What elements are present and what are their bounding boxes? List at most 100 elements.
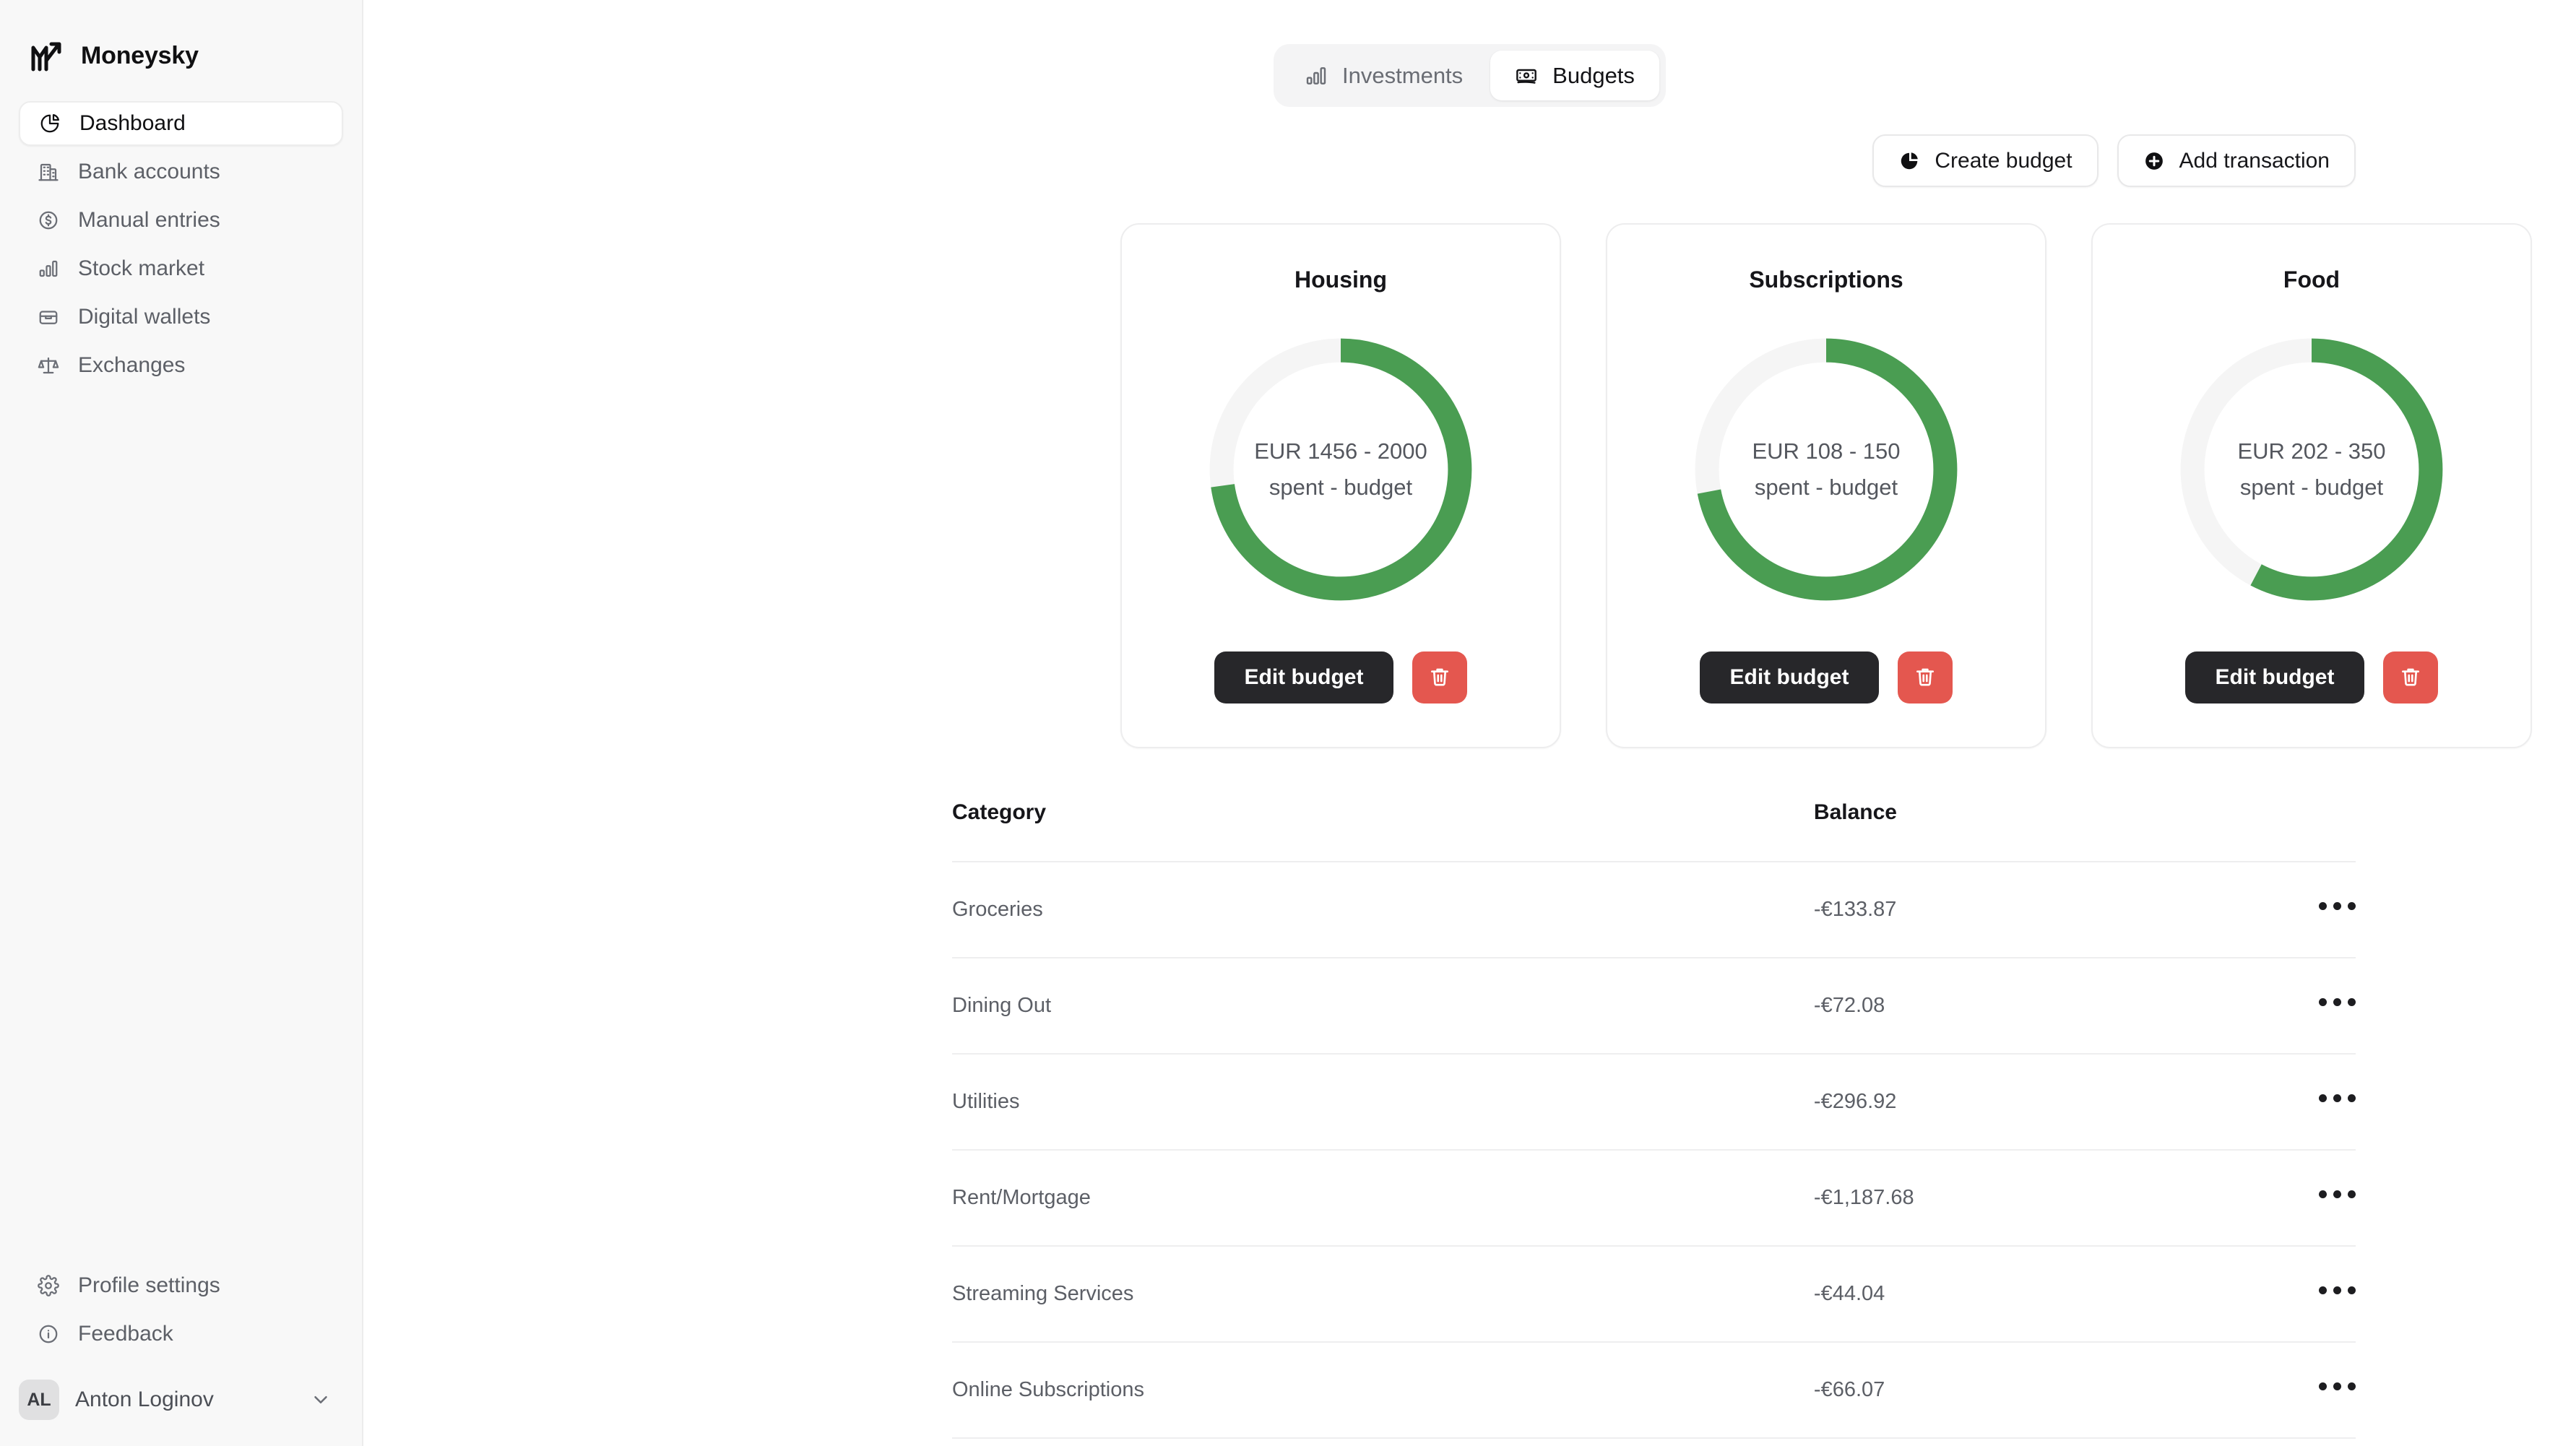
budget-donut-chart: EUR 1456 - 2000 spent - budget [1201, 329, 1481, 610]
budget-card-food: Food EUR 202 - 350 spent - budget Edit b… [2091, 223, 2532, 748]
pie-chart-icon [38, 111, 62, 136]
cell-balance: -€133.87 [1813, 861, 2319, 958]
create-budget-button[interactable]: Create budget [1872, 134, 2099, 187]
budget-card-title: Housing [1295, 267, 1387, 293]
cell-actions [2319, 861, 2356, 958]
ellipsis-icon[interactable] [2319, 1094, 2356, 1102]
cell-category: Streaming Services [952, 1245, 1814, 1342]
budget-card-actions: Edit budget [1699, 651, 1953, 703]
cell-actions [2319, 1245, 2356, 1342]
dollar-circle-icon [36, 208, 61, 233]
table-head: Category Balance [952, 800, 2356, 862]
sidebar-item-label: Digital wallets [78, 305, 211, 329]
cell-balance: -€44.04 [1813, 1245, 2319, 1342]
avatar: AL [19, 1380, 59, 1420]
budget-cards: Housing EUR 1456 - 2000 spent - budget E… [363, 187, 2576, 748]
donut-svg [1695, 338, 1958, 601]
table-row: Streaming Services -€44.04 [952, 1245, 2356, 1342]
budget-donut-chart: EUR 108 - 150 spent - budget [1686, 329, 1966, 610]
plus-circle-icon [2143, 150, 2166, 173]
sidebar-item-digital-wallets[interactable]: Digital wallets [19, 295, 343, 339]
ellipsis-icon[interactable] [2319, 902, 2356, 910]
gear-icon [36, 1273, 61, 1298]
sidebar-item-stock-market[interactable]: Stock market [19, 246, 343, 291]
table-header-row: Category Balance [952, 800, 2356, 862]
budget-card-title: Subscriptions [1749, 267, 1903, 293]
sidebar-item-label: Manual entries [78, 208, 220, 232]
sidebar-item-feedback[interactable]: Feedback [19, 1312, 345, 1356]
table-body: Groceries -€133.87 Dining Out -€72.08 Utilit… [952, 861, 2356, 1446]
budget-card-actions: Edit budget [2184, 651, 2439, 703]
main-content: Investments Budgets Create budget Add tr… [363, 0, 2576, 1446]
budget-card-title: Food [2283, 267, 2341, 293]
cell-category: Dining Out [952, 957, 1814, 1054]
column-header-actions [2319, 800, 2356, 862]
pie-slice-icon [1898, 150, 1922, 173]
trash-icon [1914, 665, 1937, 690]
table-row: Online Subscriptions -€66.07 [952, 1341, 2356, 1438]
account-name: Anton Loginov [75, 1387, 214, 1411]
ellipsis-icon[interactable] [2319, 1382, 2356, 1390]
tab-investments[interactable]: Investments [1280, 51, 1487, 100]
add-transaction-label: Add transaction [2179, 148, 2330, 173]
budget-card-subscriptions: Subscriptions EUR 108 - 150 spent - budg… [1606, 223, 2046, 748]
sidebar-item-label: Exchanges [78, 353, 186, 377]
edit-budget-button[interactable]: Edit budget [1699, 651, 1880, 703]
cell-category: Utilities [952, 1053, 1814, 1150]
cell-balance: -€296.92 [1813, 1053, 2319, 1150]
cell-category: Rent/Mortgage [952, 1149, 1814, 1246]
tab-budgets[interactable]: Budgets [1490, 51, 1659, 100]
sidebar-item-label: Profile settings [78, 1273, 220, 1297]
sidebar-footer: Profile settings Feedback AL Anton Login… [0, 1263, 363, 1446]
bank-building-icon [36, 160, 61, 184]
budget-card-housing: Housing EUR 1456 - 2000 spent - budget E… [1120, 223, 1561, 748]
cell-actions [2319, 1149, 2356, 1246]
banknote-icon [1515, 64, 1539, 88]
table-row: Dining Out -€72.08 [952, 957, 2356, 1054]
app-root: Moneysky Dashboard Bank accounts Manual … [0, 0, 2576, 1446]
tabbar: Investments Budgets [1274, 44, 1666, 107]
table-row: Health & Wellness-€216.11 [952, 1437, 2356, 1446]
sidebar-item-bank-accounts[interactable]: Bank accounts [19, 150, 343, 194]
column-header-category: Category [952, 800, 1047, 824]
sidebar-item-manual-entries[interactable]: Manual entries [19, 198, 343, 243]
chevron-down-icon [310, 1389, 332, 1411]
cell-category: Online Subscriptions [952, 1341, 1814, 1438]
cell-balance: -€72.08 [1813, 957, 2319, 1054]
tabbar-container: Investments Budgets [363, 0, 2576, 107]
trash-icon [2399, 665, 2422, 690]
edit-budget-button[interactable]: Edit budget [2184, 651, 2365, 703]
moneysky-logo-icon [27, 38, 65, 75]
ellipsis-icon[interactable] [2319, 998, 2356, 1006]
ellipsis-icon[interactable] [2319, 1190, 2356, 1198]
account-switcher[interactable]: AL Anton Loginov [19, 1372, 345, 1427]
cell-actions [2319, 1437, 2356, 1446]
wallet-icon [36, 305, 61, 329]
category-table: Category Balance Groceries -€133.87 Dining… [952, 800, 2356, 1446]
sidebar-nav: Dashboard Bank accounts Manual entries S… [0, 101, 362, 388]
cell-actions [2319, 1341, 2356, 1438]
sidebar-item-exchanges[interactable]: Exchanges [19, 343, 343, 388]
sidebar-item-label: Bank accounts [78, 160, 220, 183]
create-budget-label: Create budget [1935, 148, 2073, 173]
info-circle-icon [36, 1322, 61, 1346]
ellipsis-icon[interactable] [2319, 1286, 2356, 1294]
delete-budget-button[interactable] [2383, 651, 2439, 703]
bar-chart-icon [36, 256, 61, 281]
cell-category: Health & Wellness [952, 1437, 1814, 1446]
sidebar-item-label: Dashboard [79, 111, 186, 135]
cell-actions [2319, 957, 2356, 1054]
budget-donut-chart: EUR 202 - 350 spent - budget [2171, 329, 2452, 610]
bar-chart-icon [1305, 64, 1329, 88]
donut-svg [2180, 338, 2443, 601]
add-transaction-button[interactable]: Add transaction [2117, 134, 2356, 187]
sidebar-item-dashboard[interactable]: Dashboard [19, 101, 343, 146]
category-table-container: Category Balance Groceries -€133.87 Dining… [363, 748, 2576, 1446]
sidebar-item-profile-settings[interactable]: Profile settings [19, 1263, 345, 1308]
delete-budget-button[interactable] [1898, 651, 1953, 703]
toolbar-actions: Create budget Add transaction [363, 107, 2576, 187]
scales-icon [36, 353, 61, 378]
edit-budget-button[interactable]: Edit budget [1214, 651, 1394, 703]
tab-label: Budgets [1552, 62, 1635, 88]
delete-budget-button[interactable] [1412, 651, 1468, 703]
